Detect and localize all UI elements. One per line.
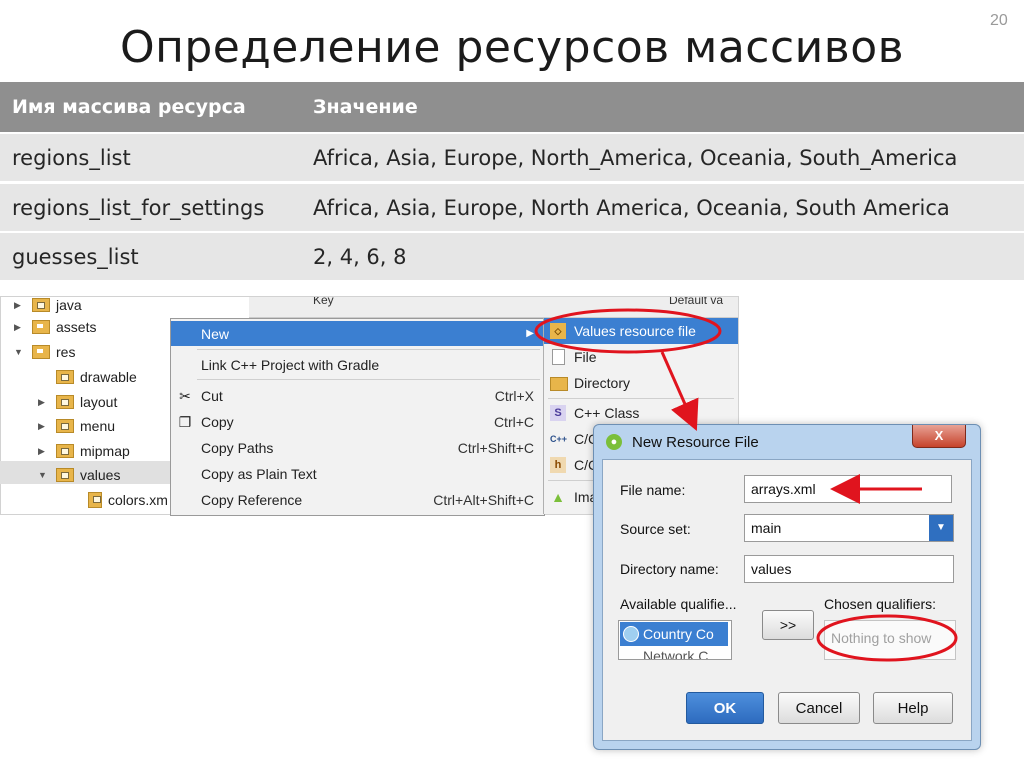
folder-icon — [56, 370, 74, 384]
folder-icon — [56, 395, 74, 409]
cell-name: regions_list_for_settings — [12, 195, 265, 220]
globe-icon — [623, 626, 639, 642]
menu-item-copy[interactable]: ❐ Copy Ctrl+C — [171, 409, 544, 434]
header-name: Имя массива ресурса — [12, 96, 246, 118]
directory-name-input[interactable]: values — [744, 555, 954, 583]
editor-header: Key Default va — [249, 297, 738, 318]
table-row: regions_list Africa, Asia, Europe, North… — [0, 134, 1024, 181]
chosen-qualifiers-list[interactable]: Nothing to show — [824, 620, 956, 660]
list-item[interactable]: Country Co — [620, 622, 728, 646]
available-qualifiers-list[interactable]: Country Co Network C — [618, 620, 732, 660]
cpp-file-icon: C++ — [550, 434, 568, 444]
close-button[interactable]: X — [912, 425, 966, 448]
file-icon — [552, 349, 565, 365]
cell-value: Africa, Asia, Europe, North_America, Oce… — [313, 145, 958, 170]
default-column-header: Default va — [669, 296, 724, 307]
folder-icon — [32, 298, 50, 312]
file-name-input[interactable]: arrays.xml — [744, 475, 952, 503]
table-header: Имя массива ресурса Значение — [0, 82, 1024, 132]
collapse-icon[interactable]: ▼ — [14, 347, 26, 357]
scissors-icon: ✂ — [179, 387, 191, 404]
menu-item-new[interactable]: New ▶ — [171, 321, 544, 346]
collapse-icon[interactable]: ▼ — [38, 470, 50, 480]
table-row: regions_list_for_settings Africa, Asia, … — [0, 184, 1024, 231]
cell-value: 2, 4, 6, 8 — [313, 244, 407, 269]
tree-item-mipmap[interactable]: ▶ mipmap — [38, 440, 130, 462]
folder-icon — [56, 419, 74, 433]
chosen-qualifiers-label: Chosen qualifiers: — [824, 596, 937, 612]
menu-item-copy-reference[interactable]: Copy Reference Ctrl+Alt+Shift+C — [171, 487, 544, 512]
dialog-title: New Resource File — [632, 434, 759, 451]
tree-item-drawable[interactable]: drawable — [38, 366, 137, 388]
tree-item-assets[interactable]: ▶ assets — [14, 316, 96, 338]
folder-icon — [32, 345, 50, 359]
submenu-item-cpp-class[interactable]: S C++ Class — [544, 400, 738, 426]
menu-item-copy-paths[interactable]: Copy Paths Ctrl+Shift+C — [171, 435, 544, 460]
expand-icon[interactable]: ▶ — [38, 446, 50, 457]
xml-file-icon — [88, 492, 102, 508]
ok-button[interactable]: OK — [686, 692, 764, 724]
folder-icon — [56, 468, 74, 482]
tree-item-java[interactable]: ▶ java — [14, 294, 82, 316]
submenu-item-directory[interactable]: Directory — [544, 370, 738, 396]
add-qualifier-button[interactable]: >> — [762, 610, 814, 640]
android-studio-logo-icon: ● — [606, 434, 622, 450]
folder-icon — [550, 377, 568, 391]
source-set-label: Source set: — [620, 521, 691, 537]
header-value: Значение — [313, 96, 418, 118]
context-menu: New ▶ Link C++ Project with Gradle ✂ Cut… — [170, 318, 545, 516]
submenu-item-values-resource-file[interactable]: ◇ Values resource file — [544, 318, 738, 344]
empty-list-text: Nothing to show — [831, 630, 932, 646]
tree-item-layout[interactable]: ▶ layout — [38, 391, 117, 413]
cell-name: guesses_list — [12, 244, 139, 269]
folder-icon — [32, 320, 50, 334]
tree-item-values[interactable]: ▼ values — [38, 464, 120, 486]
key-column-header: Key — [313, 296, 334, 307]
class-icon: S — [550, 405, 566, 421]
menu-item-copy-plain[interactable]: Copy as Plain Text — [171, 461, 544, 486]
header-file-icon: h — [550, 457, 566, 473]
cell-value: Africa, Asia, Europe, North America, Oce… — [313, 195, 950, 220]
folder-icon — [56, 444, 74, 458]
menu-item-cut[interactable]: ✂ Cut Ctrl+X — [171, 383, 544, 408]
submenu-item-file[interactable]: File — [544, 344, 738, 370]
tree-item-menu[interactable]: ▶ menu — [38, 415, 115, 437]
expand-icon[interactable]: ▶ — [38, 397, 50, 408]
slide-title: Определение ресурсов массивов — [119, 22, 905, 73]
table-row: guesses_list 2, 4, 6, 8 — [0, 233, 1024, 280]
values-file-icon: ◇ — [550, 323, 566, 339]
source-set-select[interactable]: main ▼ — [744, 514, 954, 542]
expand-icon[interactable]: ▶ — [14, 322, 26, 333]
cancel-button[interactable]: Cancel — [778, 692, 860, 724]
file-name-label: File name: — [620, 482, 686, 498]
chevron-down-icon[interactable]: ▼ — [929, 515, 953, 541]
tree-item-colors[interactable]: colors.xm — [88, 489, 168, 511]
cell-name: regions_list — [12, 145, 131, 170]
expand-icon[interactable]: ▶ — [38, 421, 50, 432]
directory-name-label: Directory name: — [620, 561, 719, 577]
available-qualifiers-label: Available qualifie... — [620, 596, 737, 612]
copy-icon: ❐ — [178, 413, 192, 430]
android-icon: ▲ — [551, 489, 565, 505]
menu-item-link-cpp[interactable]: Link C++ Project with Gradle — [171, 352, 544, 377]
expand-icon[interactable]: ▶ — [14, 300, 26, 311]
help-button[interactable]: Help — [873, 692, 953, 724]
list-item[interactable]: Network C — [643, 648, 708, 659]
tree-item-res[interactable]: ▼ res — [14, 341, 75, 363]
submenu-arrow-icon: ▶ — [526, 328, 534, 339]
